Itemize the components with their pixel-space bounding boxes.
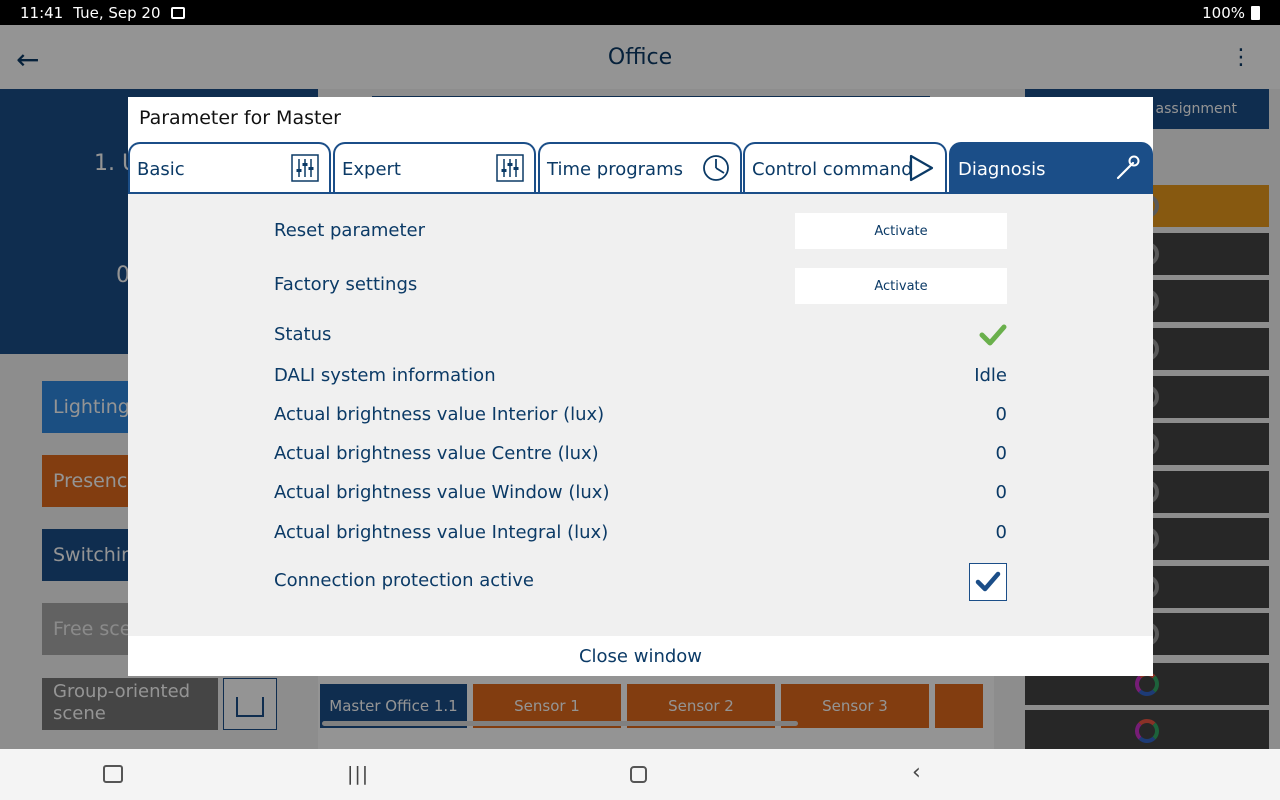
dali-info-label: DALI system information (274, 365, 496, 386)
clock: 11:41 (20, 3, 64, 22)
battery-icon (1251, 5, 1260, 20)
date: Tue, Sep 20 (73, 3, 161, 22)
brightness-centre-label: Actual brightness value Centre (lux) (274, 443, 599, 464)
nav-back-icon[interactable]: ‹ (912, 760, 921, 785)
factory-settings-activate-button[interactable]: Activate (795, 268, 1007, 304)
factory-settings-label: Factory settings (274, 274, 418, 295)
close-window-button[interactable]: Close window (128, 636, 1153, 676)
home-icon[interactable] (630, 766, 647, 783)
tab-underline (128, 192, 1153, 194)
tab-basic[interactable]: Basic (128, 142, 331, 194)
status-label: Status (274, 324, 332, 345)
wrench-icon (1116, 155, 1140, 180)
dialog-header: Parameter for Master (128, 97, 1153, 142)
brightness-interior-label: Actual brightness value Interior (lux) (274, 404, 605, 425)
sliders-icon (291, 154, 319, 182)
status-icons: 100% (1202, 4, 1260, 22)
tab-label: Expert (342, 158, 401, 180)
brightness-integral-label: Actual brightness value Integral (lux) (274, 522, 609, 543)
app-shortcut-icon[interactable] (103, 765, 123, 783)
dialog-title: Parameter for Master (139, 107, 341, 129)
connection-protection-checkbox[interactable] (969, 563, 1007, 601)
brightness-window-label: Actual brightness value Window (lux) (274, 482, 610, 503)
tab-label: Time programs (547, 158, 683, 180)
connection-protection-label: Connection protection active (274, 570, 534, 591)
sliders-icon (496, 154, 524, 182)
system-nav-bar: ||| ‹ (0, 749, 1280, 800)
checkmark-icon (975, 571, 1001, 592)
brightness-centre-value: 0 (995, 443, 1007, 464)
tab-expert[interactable]: Expert (333, 142, 536, 194)
battery-level: 100% (1202, 3, 1245, 22)
status-ok-check-icon (979, 324, 1007, 346)
image-notification-icon (170, 6, 185, 19)
status-bar: 11:41 Tue, Sep 20 100% (0, 0, 1280, 25)
brightness-integral-value: 0 (995, 522, 1007, 543)
clock-icon (703, 155, 729, 181)
recent-apps-icon[interactable]: ||| (347, 763, 369, 785)
brightness-window-value: 0 (995, 482, 1007, 503)
tab-diagnosis[interactable]: Diagnosis (949, 142, 1153, 194)
tab-time-programs[interactable]: Time programs (538, 142, 742, 194)
dali-info-value: Idle (974, 365, 1007, 386)
tab-label: Basic (137, 158, 185, 180)
play-icon (909, 154, 934, 182)
tab-label: Control command (752, 158, 913, 180)
parameter-dialog: Parameter for Master Basic Expert Time p… (128, 97, 1153, 676)
tab-label: Diagnosis (958, 158, 1046, 180)
reset-parameter-label: Reset parameter (274, 220, 426, 241)
reset-parameter-activate-button[interactable]: Activate (795, 213, 1007, 249)
tab-control-command[interactable]: Control command (743, 142, 947, 194)
brightness-interior-value: 0 (995, 404, 1007, 425)
